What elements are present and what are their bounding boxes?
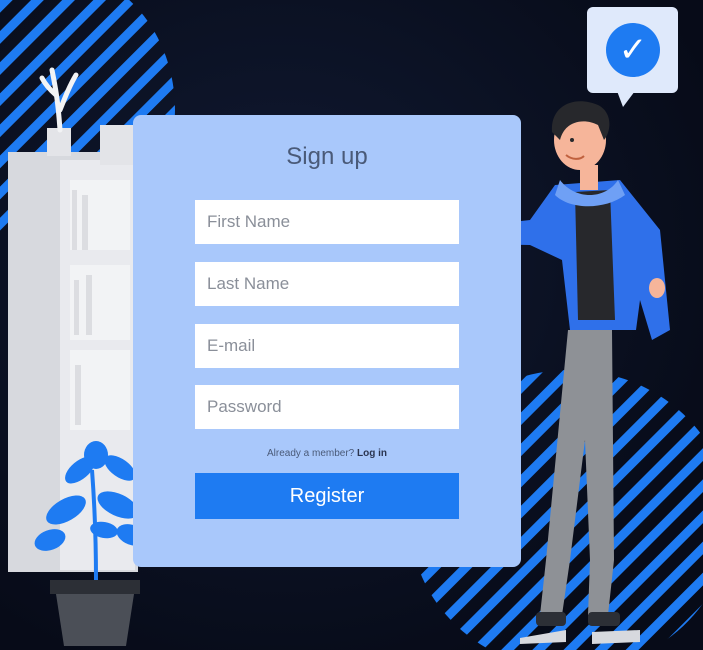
already-member-text: Already a member? — [266, 448, 355, 459]
email-input[interactable] — [195, 324, 459, 368]
first-name-input[interactable] — [195, 200, 459, 244]
signup-title: Sign up — [286, 143, 368, 170]
register-button[interactable]: Register — [195, 473, 459, 519]
last-name-input[interactable] — [195, 262, 459, 306]
signup-illustration: ✓ Sign up Already a member? Log in Regis… — [0, 0, 703, 650]
checkmark-icon: ✓ — [606, 23, 660, 77]
login-prompt: Already a member? Log in — [133, 448, 521, 459]
login-link[interactable]: Log in — [357, 448, 387, 459]
speech-bubble: ✓ — [587, 7, 678, 107]
password-input[interactable] — [195, 385, 459, 429]
signup-card: Sign up Already a member? Log in Registe… — [133, 115, 521, 567]
